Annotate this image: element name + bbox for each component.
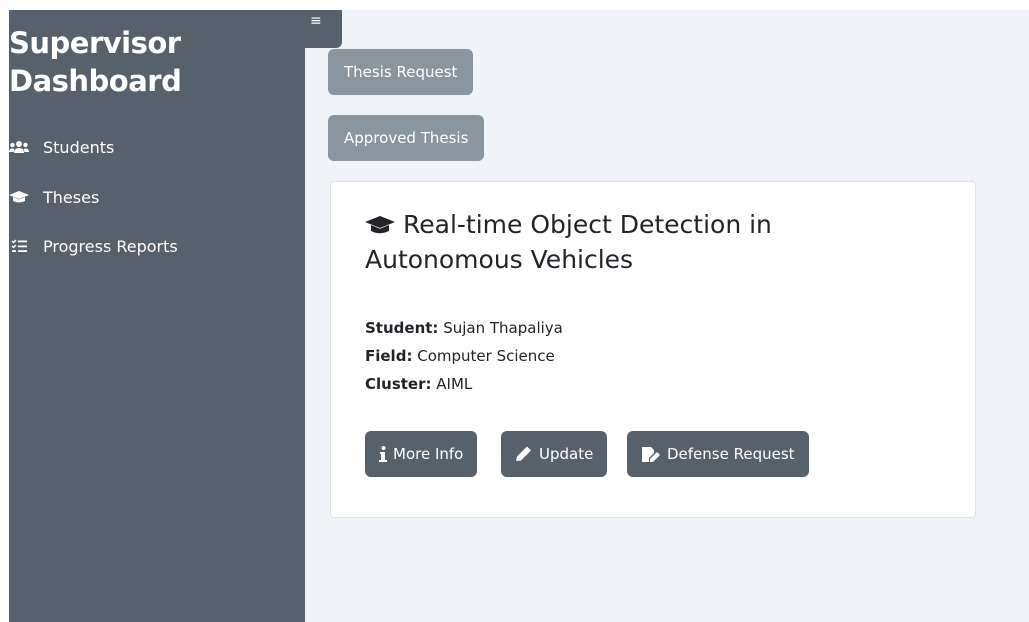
sidebar-item-theses[interactable]: Theses (9, 184, 99, 210)
sidebar: Supervisor Dashboard Students Theses Pro… (9, 10, 305, 622)
sidebar-title: Supervisor Dashboard (9, 26, 182, 98)
info-icon (379, 446, 387, 462)
pencil-icon (515, 446, 533, 462)
sidebar-toggle-button[interactable]: ≡ (305, 10, 342, 48)
approved-thesis-button[interactable]: Approved Thesis (328, 115, 485, 161)
update-label: Update (539, 445, 594, 463)
defense-request-label: Defense Request (667, 445, 795, 463)
file-signature-icon (641, 446, 661, 463)
defense-request-button[interactable]: Defense Request (627, 431, 809, 477)
users-icon (9, 139, 29, 155)
student-row: Student: Sujan Thapaliya (365, 319, 563, 337)
more-info-button[interactable]: More Info (365, 431, 478, 477)
graduation-cap-icon (365, 212, 395, 244)
student-label: Student: (365, 319, 439, 337)
thesis-title: Real-time Object Detection in Autonomous… (365, 209, 885, 276)
sidebar-item-progress-reports[interactable]: Progress Reports (9, 233, 178, 259)
thesis-request-button[interactable]: Thesis Request (328, 49, 474, 95)
graduation-cap-icon (9, 189, 29, 205)
sidebar-item-label: Theses (43, 187, 100, 207)
cluster-row: Cluster: AIML (365, 375, 472, 393)
sidebar-item-students[interactable]: Students (9, 134, 114, 160)
sidebar-item-label: Progress Reports (43, 236, 178, 256)
field-row: Field: Computer Science (365, 347, 555, 365)
cluster-value: AIML (436, 375, 473, 393)
thesis-title-text: Real-time Object Detection in Autonomous… (365, 210, 772, 274)
update-button[interactable]: Update (501, 431, 608, 477)
cluster-label: Cluster: (365, 375, 432, 393)
app-frame: Supervisor Dashboard Students Theses Pro… (9, 10, 1029, 622)
field-label: Field: (365, 347, 413, 365)
more-info-label: More Info (393, 445, 464, 463)
student-value: Sujan Thapaliya (443, 319, 563, 337)
field-value: Computer Science (417, 347, 555, 365)
menu-icon: ≡ (310, 13, 322, 29)
list-check-icon (9, 238, 29, 254)
thesis-card: Real-time Object Detection in Autonomous… (330, 181, 976, 518)
sidebar-item-label: Students (43, 137, 115, 157)
